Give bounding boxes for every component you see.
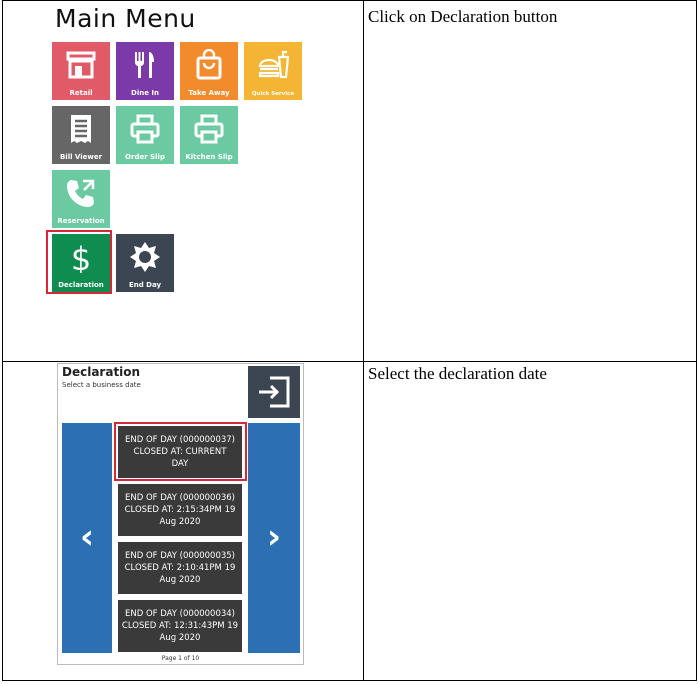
store-icon xyxy=(66,51,96,79)
tile-label: Retail xyxy=(69,89,93,97)
tile-label: Quick Service xyxy=(251,91,295,97)
end-of-day-entry[interactable]: END OF DAY (000000035) CLOSED AT: 2:10:4… xyxy=(118,542,242,594)
previous-page-button[interactable]: ‹ xyxy=(62,423,112,653)
chevron-right-icon: › xyxy=(266,517,281,557)
bill-viewer-tile[interactable]: Bill Viewer xyxy=(52,106,110,164)
end-of-day-entry[interactable]: END OF DAY (000000036) CLOSED AT: 2:15:3… xyxy=(118,484,242,536)
entry-line-3: Aug 2020 xyxy=(159,633,201,643)
reservation-tile[interactable]: Reservation xyxy=(52,170,110,228)
printer-icon xyxy=(194,114,224,144)
end-day-tile[interactable]: End Day xyxy=(116,234,174,292)
entry-line-3: Aug 2020 xyxy=(159,575,201,585)
tile-label: Bill Viewer xyxy=(59,153,103,161)
take-away-tile[interactable]: Take Away xyxy=(180,42,238,100)
declaration-highlight xyxy=(46,230,112,294)
kitchen-slip-tile[interactable]: Kitchen Slip xyxy=(180,106,238,164)
entry-line-2: CLOSED AT: 12:31:43PM 19 xyxy=(121,621,239,631)
tile-label: End Day xyxy=(128,281,162,289)
column-divider xyxy=(363,1,364,680)
declaration-subtitle: Select a business date xyxy=(62,381,141,389)
entry-line-1: END OF DAY (000000034) xyxy=(124,609,235,619)
declaration-title: Declaration xyxy=(62,365,141,379)
order-slip-tile[interactable]: Order Slip xyxy=(116,106,174,164)
page-indicator: Page 1 of 10 xyxy=(161,655,200,662)
tile-label: Reservation xyxy=(57,217,105,225)
exit-icon xyxy=(259,376,290,408)
entry-line-1: END OF DAY (000000036) xyxy=(124,493,235,503)
dine-in-tile[interactable]: Dine In xyxy=(116,42,174,100)
entry-highlight xyxy=(114,422,247,481)
exit-button[interactable] xyxy=(248,366,300,418)
entry-line-3: Aug 2020 xyxy=(159,517,201,527)
end-of-day-entry[interactable]: END OF DAY (000000034) CLOSED AT: 12:31:… xyxy=(118,600,242,652)
phone-icon xyxy=(67,179,95,207)
tile-label: Take Away xyxy=(188,89,230,97)
entry-line-2: CLOSED AT: 2:10:41PM 19 xyxy=(124,563,236,573)
fork-knife-icon xyxy=(135,52,154,78)
entry-line-1: END OF DAY (000000035) xyxy=(124,551,235,561)
entry-line-2: CLOSED AT: 2:15:34PM 19 xyxy=(124,505,236,515)
shopping-bag-icon xyxy=(196,49,222,80)
instruction-step-2: Select the declaration date xyxy=(368,364,547,383)
burger-drink-icon xyxy=(258,50,289,79)
tile-label: Order Slip xyxy=(125,153,165,161)
printer-icon xyxy=(130,114,160,144)
main-menu-title: Main Menu xyxy=(55,4,196,33)
row-divider xyxy=(3,361,696,362)
chevron-left-icon: ‹ xyxy=(79,517,94,557)
receipt-icon xyxy=(71,115,91,143)
retail-tile[interactable]: Retail xyxy=(52,42,110,100)
instruction-step-1: Click on Declaration button xyxy=(368,7,558,26)
tile-label: Dine In xyxy=(131,89,159,97)
tile-label: Kitchen Slip xyxy=(185,153,233,161)
sun-icon xyxy=(130,242,160,272)
quick-service-tile[interactable]: Quick Service xyxy=(244,42,302,100)
next-page-button[interactable]: › xyxy=(248,423,300,653)
